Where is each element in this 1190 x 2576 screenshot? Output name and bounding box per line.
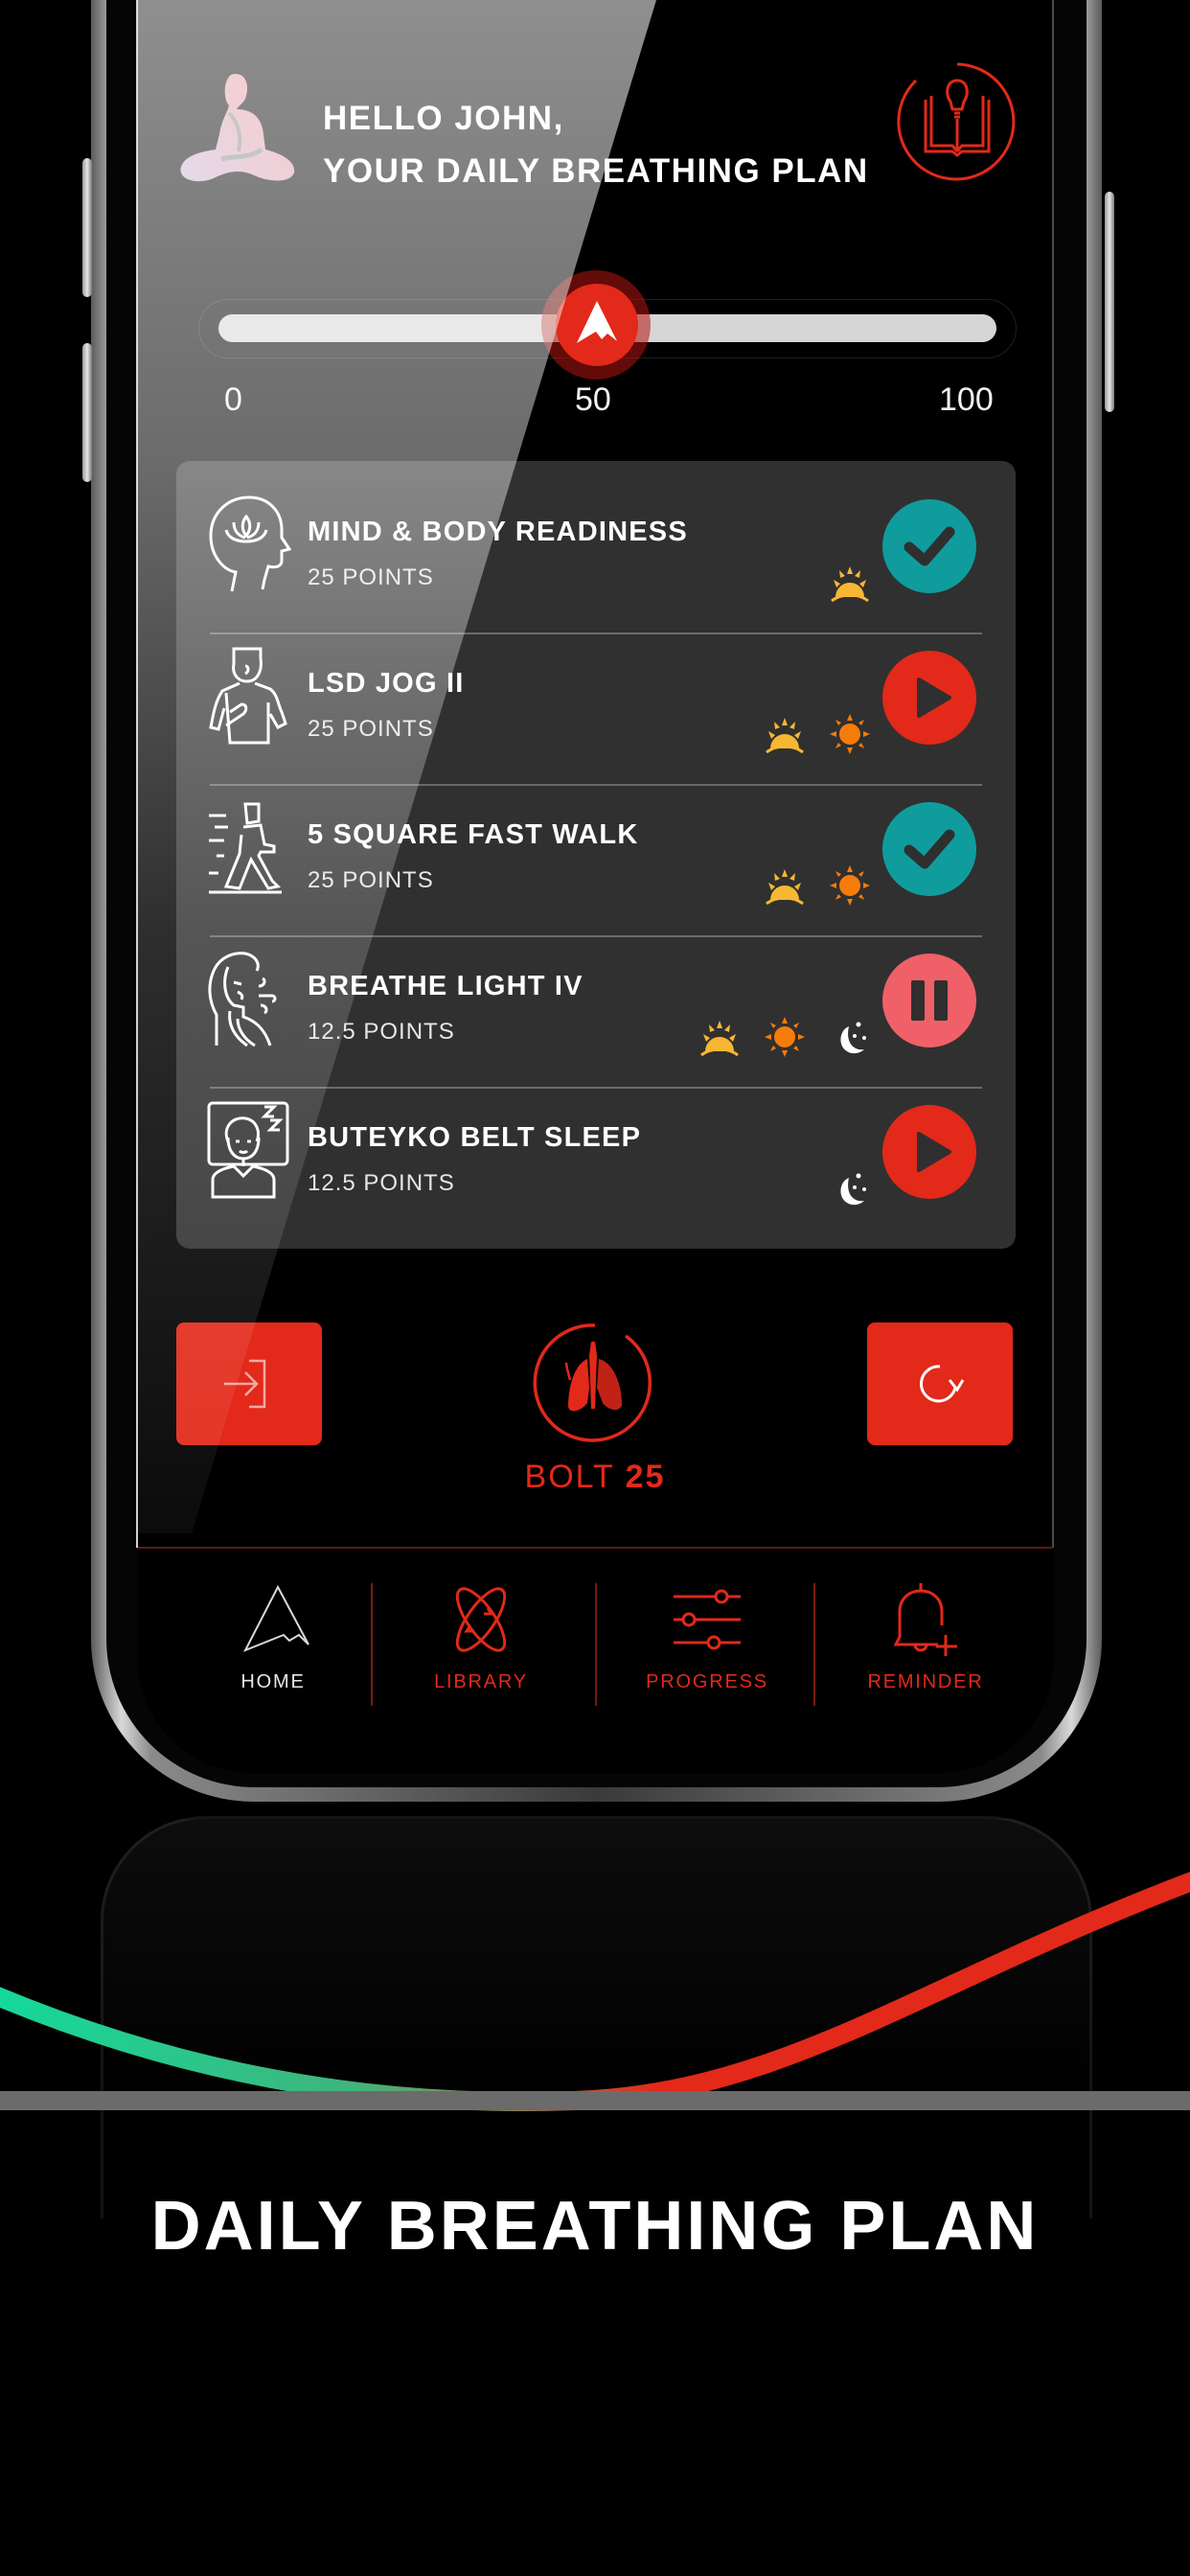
bell-plus-icon [893, 1583, 957, 1656]
head-lotus-icon [209, 495, 291, 592]
exercise-title: BUTEYKO BELT SLEEP [308, 1122, 642, 1153]
exercise-title: LSD JOG II [308, 668, 465, 699]
jogger-icon [209, 647, 287, 745]
mountain-peak-icon [577, 301, 617, 343]
time-of-day-icons [698, 1011, 872, 1059]
completed-check-button[interactable] [882, 802, 976, 896]
exercise-row[interactable]: 5 SQUARE FAST WALK 25 POINTS [176, 764, 1016, 915]
screen-edge [136, 0, 138, 1548]
slider-mid-label: 50 [575, 381, 611, 418]
book-lightbulb-icon[interactable] [897, 61, 1018, 182]
exercise-title: MIND & BODY READINESS [308, 517, 688, 547]
sunrise-icon [766, 718, 804, 754]
time-of-day-icons [763, 860, 872, 908]
sliders-icon [674, 1589, 741, 1650]
tab-reminder[interactable]: REMINDER [830, 1581, 1021, 1715]
tab-label: LIBRARY [434, 1671, 528, 1692]
slider-min-label: 0 [224, 381, 242, 418]
bolt-score-value: 25 [625, 1459, 666, 1495]
refresh-icon [919, 1365, 965, 1403]
moon-icon [840, 1173, 866, 1206]
play-icon [917, 678, 951, 718]
page-caption: DAILY BREATHING PLAN [150, 2188, 1040, 2265]
tab-separator [371, 1583, 373, 1706]
slider-max-label: 100 [939, 381, 994, 418]
time-of-day-icons [763, 708, 872, 756]
tab-library[interactable]: LIBRARY [385, 1581, 577, 1715]
time-of-day-icons [828, 1162, 872, 1210]
play-button[interactable] [882, 651, 976, 745]
volume-up-button [82, 158, 92, 297]
completed-check-button[interactable] [882, 499, 976, 593]
refresh-button[interactable] [867, 1322, 1013, 1445]
greeting-text: HELLO JOHN, YOUR DAILY BREATHING PLAN [323, 92, 869, 197]
tab-label: HOME [240, 1671, 306, 1692]
volume-down-button [82, 343, 92, 482]
screen-edge [1052, 0, 1054, 1548]
meditation-figure-icon [180, 74, 295, 182]
exercise-row[interactable]: BREATHE LIGHT IV 12.5 POINTS [176, 915, 1016, 1067]
sunrise-icon [700, 1021, 739, 1057]
exercise-points: 12.5 POINTS [308, 1019, 455, 1045]
sign-in-icon [224, 1359, 266, 1409]
play-button[interactable] [882, 1105, 976, 1199]
sign-in-button[interactable] [176, 1322, 322, 1445]
tab-separator [813, 1583, 815, 1706]
tab-label: REMINDER [867, 1671, 984, 1692]
greeting-line-1: HELLO JOHN, [323, 100, 564, 137]
tab-bar-divider [138, 1547, 1052, 1549]
sun-icon [830, 865, 870, 906]
sun-icon [830, 714, 870, 754]
moon-icon [840, 1022, 866, 1054]
tab-separator [595, 1583, 597, 1706]
lungs-icon [533, 1323, 652, 1442]
exercise-title: 5 SQUARE FAST WALK [308, 819, 639, 850]
exercise-points: 25 POINTS [308, 716, 434, 742]
tab-progress[interactable]: PROGRESS [611, 1581, 803, 1715]
person-exhale-icon [208, 952, 277, 1047]
pause-button[interactable] [882, 954, 976, 1047]
mountain-icon [242, 1584, 309, 1652]
pause-icon [911, 980, 948, 1021]
exercise-row[interactable]: BUTEYKO BELT SLEEP 12.5 POINTS [176, 1067, 1016, 1218]
exercise-points: 12.5 POINTS [308, 1170, 455, 1196]
difficulty-slider-thumb[interactable] [556, 284, 638, 366]
floor-band [0, 2091, 1190, 2110]
exercise-points: 25 POINTS [308, 564, 434, 590]
exercise-list: MIND & BODY READINESS 25 POINTS LSD JOG … [176, 461, 1016, 1249]
sleeping-person-icon [207, 1101, 289, 1199]
exercise-row[interactable]: LSD JOG II 25 POINTS [176, 612, 1016, 764]
tab-home[interactable]: HOME [177, 1581, 369, 1715]
tab-label: PROGRESS [646, 1671, 768, 1692]
sun-icon [765, 1017, 805, 1057]
greeting-line-2: YOUR DAILY BREATHING PLAN [323, 152, 869, 190]
fast-walker-icon [209, 802, 282, 894]
exercise-title: BREATHE LIGHT IV [308, 971, 584, 1001]
bolt-score: BOLT 25 [0, 1459, 1190, 1496]
orbit-icon [455, 1587, 507, 1652]
exercise-row[interactable]: MIND & BODY READINESS 25 POINTS [176, 461, 1016, 612]
bolt-score-label: BOLT [524, 1459, 615, 1495]
checkmark-icon [904, 526, 955, 566]
checkmark-icon [904, 829, 955, 869]
exercise-points: 25 POINTS [308, 867, 434, 893]
breathing-wave-graphic [0, 1872, 1190, 2111]
play-icon [917, 1132, 951, 1172]
sunrise-icon [766, 869, 804, 906]
power-button [1105, 192, 1114, 412]
sunrise-icon [831, 566, 869, 603]
time-of-day-icons [828, 557, 872, 605]
